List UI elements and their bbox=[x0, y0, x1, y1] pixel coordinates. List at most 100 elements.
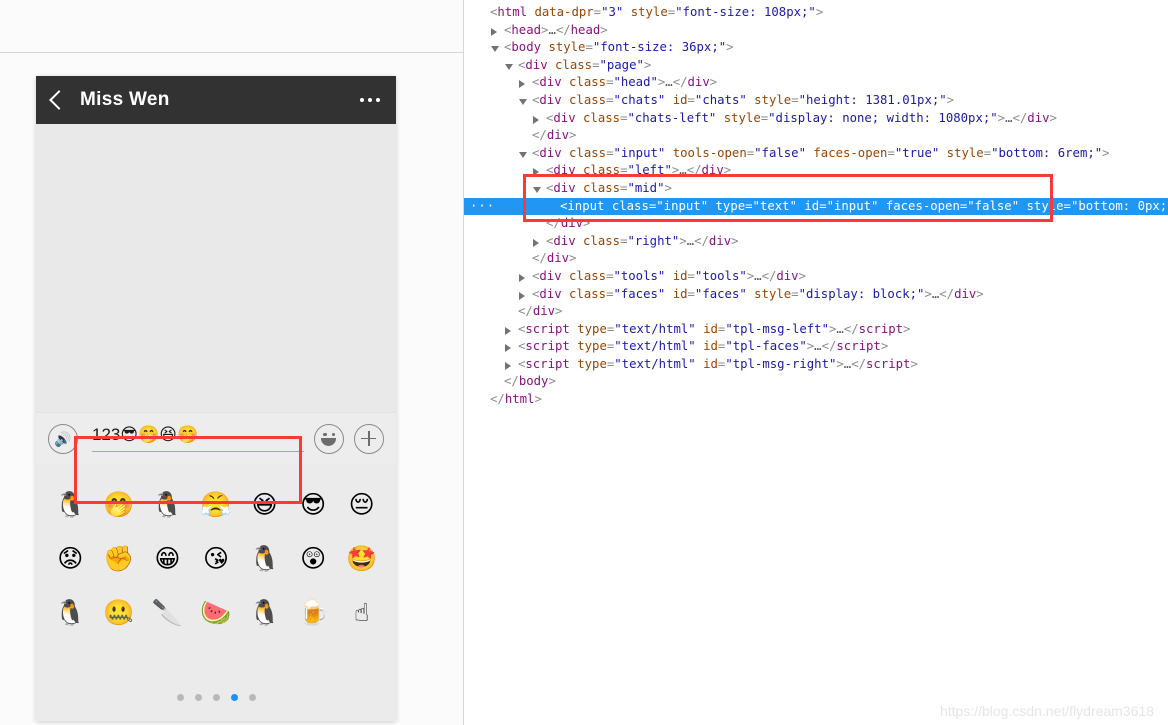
chevron-right-icon[interactable] bbox=[505, 344, 511, 353]
chat-message-list[interactable] bbox=[36, 124, 396, 412]
chevron-right-icon[interactable] bbox=[505, 326, 511, 335]
dom-node-row[interactable]: </div> bbox=[464, 215, 1168, 233]
emoji-cell[interactable]: 😁 bbox=[143, 532, 192, 584]
code-token-punc: > bbox=[600, 22, 608, 37]
emoji-cell[interactable]: ✊ bbox=[95, 532, 144, 584]
dom-node-row[interactable]: <div class="tools" id="tools">…</div> bbox=[464, 268, 1168, 286]
code-token-punc: = bbox=[687, 286, 695, 301]
code-token-punc: > bbox=[548, 374, 556, 389]
dom-node-row[interactable]: <div class="faces" id="faces" style="dis… bbox=[464, 286, 1168, 304]
chevron-right-icon[interactable] bbox=[505, 361, 511, 370]
dom-node-row[interactable]: <div class="input" tools-open="false" fa… bbox=[464, 145, 1168, 163]
code-token-tag: head bbox=[570, 22, 601, 37]
devtools-dom-tree[interactable]: <html data-dpr="3" style="font-size: 108… bbox=[464, 0, 1168, 725]
code-token-punc: = bbox=[745, 198, 753, 213]
code-token-txt: … bbox=[679, 163, 687, 178]
pagination-dot[interactable] bbox=[176, 694, 184, 701]
code-token-attr: class bbox=[569, 268, 607, 283]
emoji-cell[interactable]: 🐧 bbox=[240, 532, 289, 584]
code-token-punc: > bbox=[910, 356, 918, 371]
code-token-punc: </ bbox=[851, 356, 867, 371]
message-input[interactable] bbox=[92, 425, 304, 452]
chevron-right-icon[interactable] bbox=[519, 80, 525, 89]
smiley-face-icon[interactable] bbox=[314, 423, 344, 454]
emoji-cell[interactable]: 🔪 bbox=[143, 586, 192, 638]
emoji-cell[interactable]: ☝ bbox=[337, 586, 386, 638]
dom-node-row[interactable]: <div class="left">…</div> bbox=[464, 162, 1168, 180]
chevron-down-icon[interactable] bbox=[491, 46, 499, 53]
emoji-cell[interactable]: 🐧 bbox=[240, 586, 289, 638]
code-token-attr: tools-open bbox=[672, 145, 747, 160]
emoji-cell[interactable]: 🐧 bbox=[143, 478, 192, 530]
emoji-cell[interactable]: 🐧 bbox=[46, 586, 95, 638]
chevron-right-icon[interactable] bbox=[519, 273, 525, 282]
dom-node-row[interactable]: <div class="page"> bbox=[464, 57, 1168, 75]
pagination-dot[interactable] bbox=[248, 694, 256, 701]
dom-node-row[interactable]: <div class="chats-left" style="display: … bbox=[464, 110, 1168, 128]
emoji-cell[interactable]: 😘 bbox=[192, 532, 241, 584]
emoji-cell[interactable]: 😤 bbox=[192, 478, 241, 530]
dom-node-row[interactable]: <div class="mid"> bbox=[464, 180, 1168, 198]
pagination-dot[interactable] bbox=[212, 694, 220, 701]
dom-node-row[interactable]: </div> bbox=[464, 250, 1168, 268]
emoji-cell[interactable]: 🐧 bbox=[46, 478, 95, 530]
code-token-punc: > bbox=[815, 5, 824, 19]
emoji-cell[interactable]: 🤐 bbox=[95, 586, 144, 638]
emoji-cell[interactable]: 🍺 bbox=[289, 586, 338, 638]
emoji-cell[interactable]: 😟 bbox=[46, 532, 95, 584]
emoji-pagination[interactable] bbox=[46, 694, 386, 721]
emoji-faces-panel: 🐧 🤭 🐧 😤 😆 😎 😔 😟 ✊ 😁 😘 🐧 😲 🤩 🐧 🤐 🔪 🍉 🐧 🍺 … bbox=[36, 464, 396, 721]
dom-node-row[interactable]: <div class="head">…</div> bbox=[464, 74, 1168, 92]
emoji-cell[interactable]: 🍉 bbox=[192, 586, 241, 638]
emoji-cell[interactable]: 😎 bbox=[289, 478, 338, 530]
chevron-right-icon[interactable] bbox=[533, 115, 539, 124]
pagination-dot[interactable] bbox=[230, 694, 238, 701]
code-token-punc: > bbox=[664, 180, 672, 195]
code-token-punc: </ bbox=[532, 251, 547, 266]
chevron-left-icon[interactable] bbox=[49, 90, 69, 110]
emoji-cell[interactable]: 😔 bbox=[337, 478, 386, 530]
code-token-punc: > bbox=[569, 128, 577, 143]
chevron-right-icon[interactable] bbox=[519, 291, 525, 300]
chevron-right-icon[interactable] bbox=[533, 168, 539, 177]
dom-node-row[interactable]: </div> bbox=[464, 303, 1168, 321]
dom-node-row[interactable]: <div class="chats" id="chats" style="hei… bbox=[464, 92, 1168, 110]
code-token-attr: style bbox=[548, 40, 586, 55]
code-token-attr: class bbox=[569, 92, 607, 107]
dom-node-row[interactable]: <body style="font-size: 36px;"> bbox=[464, 39, 1168, 57]
code-token-punc: = bbox=[687, 92, 695, 107]
dom-node-row[interactable]: <script type="text/html" id="tpl-msg-rig… bbox=[464, 356, 1168, 374]
dom-node-row[interactable]: <script type="text/html" id="tpl-faces">… bbox=[464, 338, 1168, 356]
code-token-val: "tools" bbox=[613, 268, 666, 283]
chevron-down-icon[interactable] bbox=[519, 151, 527, 158]
plus-circle-icon[interactable] bbox=[354, 423, 384, 454]
pagination-dot[interactable] bbox=[194, 694, 202, 701]
dom-node-row[interactable]: </div> bbox=[464, 127, 1168, 145]
chevron-right-icon[interactable] bbox=[533, 238, 539, 247]
dom-node-row[interactable]: <script type="text/html" id="tpl-msg-lef… bbox=[464, 321, 1168, 339]
dom-node-row[interactable]: </html> bbox=[464, 391, 1168, 409]
code-token-tag: script bbox=[866, 356, 911, 371]
dom-node-row-selected[interactable]: ··· <input class="input" type="text" id="… bbox=[464, 197, 1168, 216]
emoji-cell[interactable]: 🤭 bbox=[95, 478, 144, 530]
chevron-right-icon[interactable] bbox=[491, 27, 497, 36]
chevron-down-icon[interactable] bbox=[519, 98, 527, 105]
voice-sound-icon[interactable]: 🔊 bbox=[48, 423, 78, 454]
chevron-down-icon[interactable] bbox=[533, 186, 541, 193]
emoji-cell[interactable]: 😆 bbox=[240, 478, 289, 530]
emoji-cell[interactable]: 😲 bbox=[289, 532, 338, 584]
code-token-tag: div bbox=[687, 75, 710, 90]
code-token-attr: style bbox=[754, 92, 792, 107]
code-token-val: "faces" bbox=[694, 286, 747, 301]
chevron-down-icon[interactable] bbox=[505, 63, 513, 70]
dom-node-row[interactable]: </body> bbox=[464, 373, 1168, 391]
code-token-tag: div bbox=[532, 304, 556, 319]
code-token-val: "right" bbox=[627, 233, 680, 248]
dom-node-row[interactable]: <head>…</head> bbox=[464, 22, 1168, 40]
code-token-punc: </ bbox=[672, 75, 688, 90]
ellipsis-icon[interactable] bbox=[360, 98, 380, 102]
dom-node-row[interactable]: <html data-dpr="3" style="font-size: 108… bbox=[464, 4, 1168, 22]
dom-node-row[interactable]: <div class="right">…</div> bbox=[464, 233, 1168, 251]
code-token-val: "left" bbox=[627, 163, 672, 178]
emoji-cell[interactable]: 🤩 bbox=[337, 532, 386, 584]
